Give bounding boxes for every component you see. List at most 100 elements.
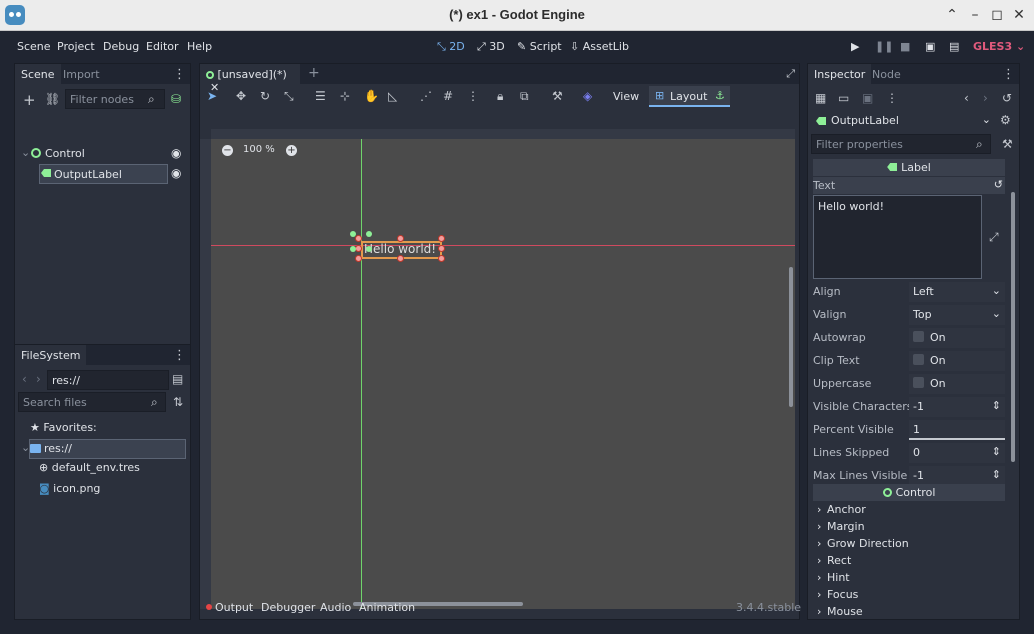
anchor-handle[interactable] — [350, 231, 356, 237]
resource-menu-icon[interactable]: ⋮ — [886, 91, 898, 105]
tab-debugger[interactable]: Debugger — [261, 601, 315, 614]
distraction-free-icon[interactable]: ⤢ — [786, 67, 795, 81]
object-properties-icon[interactable]: ⚙ — [1000, 113, 1011, 127]
canvas-2d[interactable]: − 100 % + Hello world! — [211, 139, 795, 609]
menu-project[interactable]: Project — [57, 40, 95, 53]
load-resource-icon[interactable]: ▭ — [838, 91, 849, 105]
history-forward-icon[interactable]: › — [983, 91, 988, 105]
forward-icon[interactable]: › — [36, 372, 41, 386]
inspector-scrollbar[interactable] — [1011, 192, 1015, 462]
prop-uppercase-checkbox[interactable]: On — [909, 374, 1005, 394]
layout-menu[interactable]: ⊞ Layout ⚓︎ — [649, 86, 730, 107]
renderer-selector[interactable]: GLES3 ⌄ — [973, 40, 1025, 53]
split-view-icon[interactable]: ▤ — [172, 372, 183, 386]
group-icon[interactable]: ⧉ — [520, 89, 529, 104]
list-select-icon[interactable]: ☰ — [315, 89, 326, 103]
resize-handle[interactable] — [355, 235, 362, 242]
file-icon-png[interactable]: ◙ icon.png — [39, 482, 100, 495]
create-resource-icon[interactable]: ▦ — [815, 91, 826, 105]
menu-debug[interactable]: Debug — [103, 40, 139, 53]
link-icon[interactable]: ⛓ — [45, 92, 60, 106]
tab-audio[interactable]: Audio — [320, 601, 351, 614]
resize-handle[interactable] — [355, 255, 362, 262]
maximize-window-icon[interactable]: ◻ — [989, 6, 1005, 24]
menu-help[interactable]: Help — [187, 40, 212, 53]
zoom-in-icon[interactable]: + — [286, 145, 297, 156]
anchor-handle[interactable] — [366, 231, 372, 237]
save-resource-icon[interactable]: ▣ — [862, 91, 873, 105]
vertical-scrollbar[interactable] — [789, 267, 793, 407]
scene-tab-unsaved[interactable]: [unsaved](*) ✕ — [200, 64, 300, 94]
view-menu[interactable]: View — [613, 90, 639, 103]
anchor-handle[interactable] — [350, 246, 356, 252]
ruler-icon[interactable]: ◺ — [388, 89, 397, 103]
anchor-handle[interactable] — [366, 246, 372, 252]
prop-valign-select[interactable]: Top ⌄ — [909, 305, 1005, 325]
dock-menu-icon[interactable]: ⋮ — [1002, 67, 1015, 82]
prop-autowrap-checkbox[interactable]: On — [909, 328, 1005, 348]
stop-icon[interactable]: ■ — [900, 40, 910, 53]
tab-inspector[interactable]: Inspector — [808, 64, 872, 84]
expand-editor-icon[interactable]: ⤢ — [989, 230, 999, 245]
visibility-eye-icon[interactable]: ◉ — [171, 146, 181, 160]
select-mode-icon[interactable]: ➤ — [207, 89, 217, 103]
spin-arrows-icon[interactable]: ⇕ — [992, 399, 1001, 412]
group-hint[interactable]: › Hint — [813, 569, 1005, 586]
grid-snap-icon[interactable]: # — [443, 89, 453, 103]
resize-handle[interactable] — [438, 255, 445, 262]
text-property-editor[interactable]: Hello world! — [813, 195, 982, 279]
history-icon[interactable]: ↺ — [1002, 91, 1012, 105]
path-field[interactable]: res:// — [47, 370, 169, 390]
pause-icon[interactable]: ❚❚ — [875, 40, 893, 53]
node-outputlabel-label[interactable]: OutputLabel — [54, 168, 122, 181]
filter-properties-input[interactable]: Filter properties — [811, 134, 991, 154]
move-mode-icon[interactable]: ✥ — [236, 89, 246, 103]
menu-editor[interactable]: Editor — [146, 40, 179, 53]
prop-percent-visible-slider[interactable]: 1 — [909, 420, 1005, 440]
snap-options-icon[interactable]: ⋮ — [467, 89, 479, 103]
workspace-script-button[interactable]: ✎ Script — [517, 40, 562, 53]
smart-snap-icon[interactable]: ⋰ — [420, 89, 432, 103]
prop-lines-skipped-spinbox[interactable]: 0 ⇕ — [909, 443, 1005, 463]
prop-visible-characters-spinbox[interactable]: -1 ⇕ — [909, 397, 1005, 417]
back-icon[interactable]: ‹ — [22, 372, 27, 386]
dock-menu-icon[interactable]: ⋮ — [173, 67, 186, 82]
scale-mode-icon[interactable]: ⤡ — [284, 89, 294, 104]
spin-arrows-icon[interactable]: ⇕ — [992, 445, 1001, 458]
group-grow-direction[interactable]: › Grow Direction — [813, 535, 1005, 552]
tab-filesystem[interactable]: FileSystem — [15, 345, 87, 365]
tab-scene[interactable]: Scene — [15, 64, 61, 84]
visibility-eye-icon[interactable]: ◉ — [171, 166, 181, 180]
play-scene-icon[interactable]: ▣ — [925, 40, 935, 53]
history-back-icon[interactable]: ‹ — [964, 91, 969, 105]
search-files-input[interactable]: Search files — [18, 392, 166, 412]
label-section-header[interactable]: Label — [813, 159, 1005, 176]
resize-handle[interactable] — [355, 245, 362, 252]
favorites-row[interactable]: ★ Favorites: — [30, 421, 97, 434]
node-control-label[interactable]: Control — [45, 147, 85, 160]
menu-scene[interactable]: Scene — [17, 40, 51, 53]
play-custom-scene-icon[interactable]: ▤ — [949, 40, 959, 53]
workspace-3d-button[interactable]: ⤢ 3D — [477, 40, 505, 54]
zoom-level[interactable]: 100 % — [243, 144, 275, 155]
collapse-window-icon[interactable]: ⌃ — [944, 6, 960, 24]
resize-handle[interactable] — [438, 235, 445, 242]
tab-node[interactable]: Node — [866, 64, 907, 84]
file-default-env[interactable]: ⊕ default_env.tres — [39, 461, 140, 474]
pivot-icon[interactable]: ⊹ — [340, 89, 350, 103]
tab-import[interactable]: Import — [57, 64, 106, 84]
workspace-2d-button[interactable]: ⤡ 2D — [437, 40, 465, 54]
group-anchor[interactable]: › Anchor — [813, 501, 1005, 518]
camera-override-icon[interactable]: ◈ — [583, 89, 592, 103]
prop-max-lines-visible-spinbox[interactable]: -1 ⇕ — [909, 466, 1005, 486]
skeleton-icon[interactable]: ⚒ — [552, 89, 563, 103]
prop-clip-text-checkbox[interactable]: On — [909, 351, 1005, 371]
spin-arrows-icon[interactable]: ⇕ — [992, 468, 1001, 481]
control-section-header[interactable]: Control — [813, 484, 1005, 501]
prop-align-select[interactable]: Left ⌄ — [909, 282, 1005, 302]
group-margin[interactable]: › Margin — [813, 518, 1005, 535]
group-rect[interactable]: › Rect — [813, 552, 1005, 569]
group-mouse[interactable]: › Mouse — [813, 603, 1005, 619]
rotate-mode-icon[interactable]: ↻ — [260, 89, 270, 103]
tab-output[interactable]: Output — [215, 601, 253, 614]
